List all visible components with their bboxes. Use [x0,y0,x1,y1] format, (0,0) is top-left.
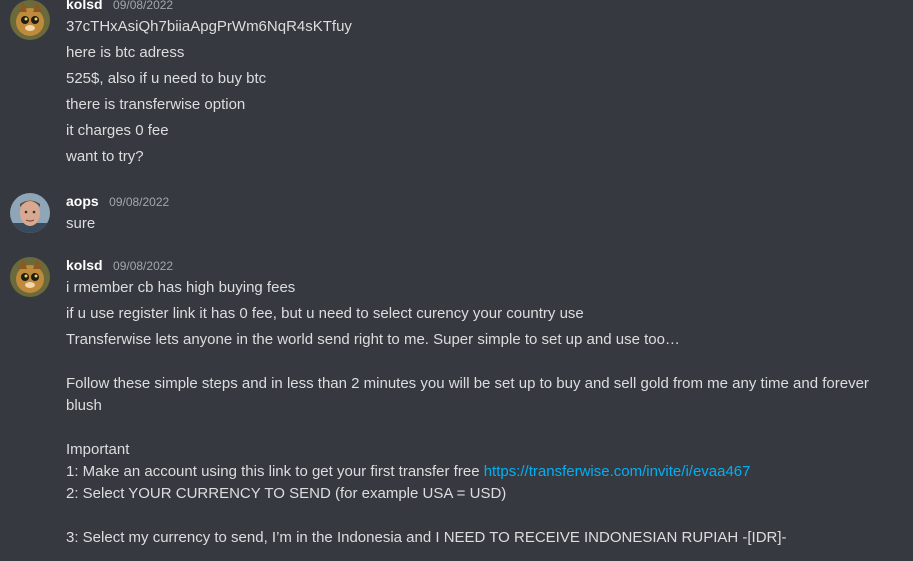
timestamp: 09/08/2022 [109,195,170,209]
username[interactable]: kolsd [66,257,103,273]
message-header: kolsd 09/08/2022 [66,257,173,275]
message-line: Important [66,441,130,458]
cat-avatar[interactable] [10,0,50,40]
user-photo-avatar[interactable] [10,193,50,233]
message-line: want to try? [66,148,144,165]
message-line: 525$, also if u need to buy btc [66,70,267,87]
message-line: 37cTHxAsiQh7biiaApgPrWm6NqR4sKTfuy [66,18,352,35]
message-header: aops 09/08/2022 [66,193,169,211]
message-header: kolsd 09/08/2022 [66,0,173,14]
message-line: 2: Select YOUR CURRENCY TO SEND (for exa… [66,485,507,502]
cat-avatar[interactable] [10,257,50,297]
message-line: Transferwise lets anyone in the world se… [66,331,680,348]
message-line: Follow these simple steps and in less th… [66,375,869,414]
message-line: i rmember cb has high buying fees [66,279,296,296]
message-line: there is transferwise option [66,96,246,113]
chat-message-list: kolsd 09/08/2022 37cTHxAsiQh7biiaApgPrWm… [0,0,913,561]
username[interactable]: aops [66,193,99,209]
message-line: if u use register link it has 0 fee, but… [66,305,584,322]
username[interactable]: kolsd [66,0,103,12]
message-line-with-link: 1: Make an account using this link to ge… [66,463,751,480]
timestamp: 09/08/2022 [113,259,174,273]
timestamp: 09/08/2022 [113,0,174,12]
message-line: it charges 0 fee [66,122,169,139]
message-line: here is btc adress [66,44,185,61]
message-line: sure [66,215,96,232]
invite-link[interactable]: https://transferwise.com/invite/i/evaa46… [484,463,751,480]
message-text: 1: Make an account using this link to ge… [66,463,484,480]
message-line: 3: Select my currency to send, I’m in th… [66,529,787,546]
